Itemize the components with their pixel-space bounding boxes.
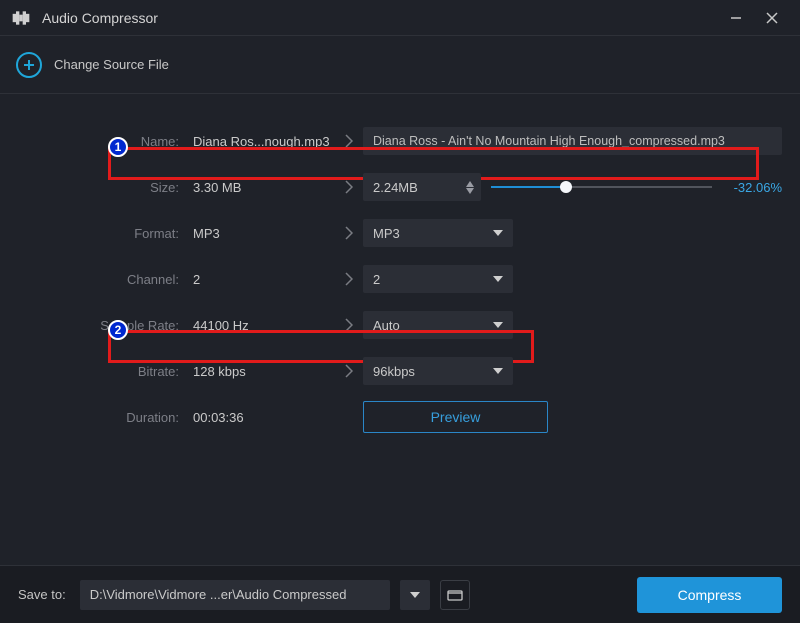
annotation-badge: 1 [108,137,128,157]
row-channel: Channel: 2 2 [18,256,782,302]
row-name: Name: Diana Ros...nough.mp3 Diana Ross -… [18,118,782,164]
slider-thumb[interactable] [560,181,572,193]
name-output-field[interactable]: Diana Ross - Ain't No Mountain High Enou… [363,127,782,155]
sample-rate-original: 44100 Hz [193,318,335,333]
chevron-right-icon [335,226,363,240]
bitrate-original: 128 kbps [193,364,335,379]
row-bitrate: Bitrate: 128 kbps 96kbps [18,348,782,394]
size-slider[interactable] [491,177,712,197]
size-original: 3.30 MB [193,180,335,195]
annotation-badge: 2 [108,320,128,340]
title-bar: Audio Compressor [0,0,800,36]
footer: Save to: D:\Vidmore\Vidmore ...er\Audio … [0,565,800,623]
row-sample-rate: Sample Rate: 44100 Hz Auto [18,302,782,348]
save-to-label: Save to: [18,587,66,602]
bitrate-select[interactable]: 96kbps [363,357,513,385]
label-bitrate: Bitrate: [18,364,193,379]
chevron-right-icon [335,134,363,148]
chevron-right-icon [335,318,363,332]
chevron-down-icon [493,368,503,374]
chevron-down-icon [493,276,503,282]
chevron-right-icon [335,272,363,286]
form-body: Name: Diana Ros...nough.mp3 Diana Ross -… [0,96,800,565]
save-path-dropdown[interactable] [400,580,430,610]
stepper-down-icon[interactable] [466,188,474,194]
label-channel: Channel: [18,272,193,287]
size-reduction-pct: -32.06% [722,180,782,195]
window-title: Audio Compressor [42,10,158,26]
size-output-stepper[interactable]: 2.24MB [363,173,481,201]
preview-button[interactable]: Preview [363,401,548,433]
chevron-right-icon [335,364,363,378]
name-original: Diana Ros...nough.mp3 [193,134,335,149]
app-icon [10,7,32,29]
stepper-up-icon[interactable] [466,181,474,187]
chevron-down-icon [410,592,420,598]
open-folder-button[interactable] [440,580,470,610]
minimize-button[interactable] [718,0,754,36]
row-duration: Duration: 00:03:36 Preview [18,394,782,440]
chevron-down-icon [493,322,503,328]
size-output-value: 2.24MB [363,180,459,195]
label-duration: Duration: [18,410,193,425]
chevron-right-icon [335,180,363,194]
format-original: MP3 [193,226,335,241]
label-sample-rate: Sample Rate: [18,318,193,333]
channel-select[interactable]: 2 [363,265,513,293]
row-format: Format: MP3 MP3 [18,210,782,256]
format-select[interactable]: MP3 [363,219,513,247]
label-size: Size: [18,180,193,195]
sample-rate-select[interactable]: Auto [363,311,513,339]
label-format: Format: [18,226,193,241]
compress-button[interactable]: Compress [637,577,782,613]
channel-original: 2 [193,272,335,287]
add-source-icon[interactable] [16,52,42,78]
duration-value: 00:03:36 [193,410,335,425]
save-path-field[interactable]: D:\Vidmore\Vidmore ...er\Audio Compresse… [80,580,390,610]
label-name: Name: [18,134,193,149]
chevron-down-icon [493,230,503,236]
change-source-button[interactable]: Change Source File [54,57,169,72]
toolbar: Change Source File [0,36,800,94]
close-button[interactable] [754,0,790,36]
row-size: Size: 3.30 MB 2.24MB -32.06% [18,164,782,210]
